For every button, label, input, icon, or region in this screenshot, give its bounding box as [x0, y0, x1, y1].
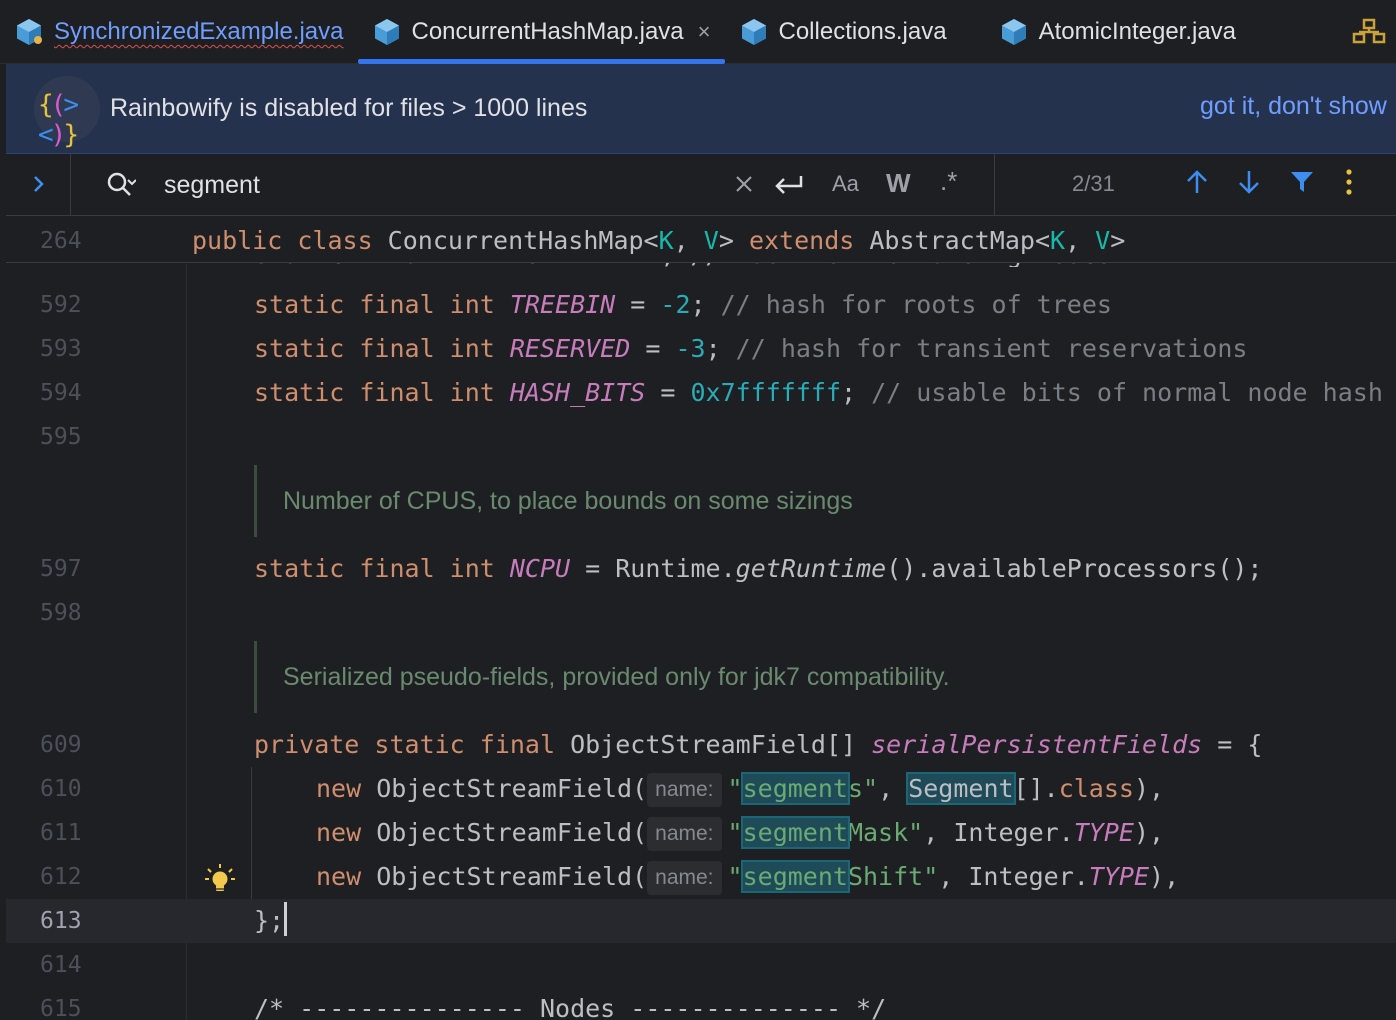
line-number: 611 [40, 820, 82, 846]
search-match: segment [740, 860, 850, 893]
code-editor[interactable]: 591 static final int MOVED = -1; // hash… [6, 217, 1396, 1020]
sticky-scope-line[interactable]: 264 public class ConcurrentHashMap<K, V>… [6, 217, 1396, 263]
line-number: 614 [40, 952, 82, 978]
tab-collections[interactable]: Collections.java [725, 0, 961, 64]
line-number: 609 [40, 732, 82, 758]
line-number: 595 [40, 424, 82, 450]
rainbowify-logo-text: {(><)} [38, 89, 79, 150]
text-caret [284, 902, 288, 936]
code-text: }; [254, 899, 288, 943]
rendered-doc-comment[interactable]: Serialized pseudo-fields, provided only … [254, 641, 1354, 713]
line-number: 613 [40, 908, 82, 934]
find-bar: Aa W .* 2/31 [6, 154, 1396, 216]
java-class-icon [741, 19, 766, 45]
search-match: segment [740, 816, 850, 849]
tab-atomic-integer[interactable]: AtomicInteger.java [985, 0, 1250, 64]
editor-tab-bar: SynchronizedExample.java ConcurrentHashM… [0, 0, 1396, 64]
parameter-hint: name: [647, 861, 722, 895]
java-class-icon [1001, 19, 1026, 45]
current-code-line: 613 }; [6, 899, 1396, 943]
code-line: 609 private static final ObjectStreamFie… [6, 723, 1396, 767]
rainbowify-logo: {(><)} [34, 75, 100, 150]
lightbulb-icon[interactable] [204, 863, 236, 895]
structure-icon[interactable] [1352, 18, 1386, 46]
tab-label: SynchronizedExample.java [54, 18, 344, 45]
more-options-icon[interactable] [1344, 168, 1354, 196]
whole-words-toggle[interactable]: W [886, 168, 911, 199]
code-text: /* --------------- Nodes -------------- … [254, 994, 887, 1020]
notification-banner: {(><)} Rainbowify is disabled for files … [6, 64, 1396, 154]
code-text: static final int NCPU = Runtime.getRunti… [254, 554, 1263, 583]
match-count: 2/31 [1072, 171, 1115, 196]
line-number: 598 [40, 600, 82, 626]
code-text: new ObjectStreamField(name: "segmentMask"… [316, 811, 1164, 855]
sticky-row: 264 public class ConcurrentHashMap<K, V>… [6, 219, 1396, 263]
rendered-doc-comment[interactable]: Number of CPUS, to place bounds on some … [254, 465, 1354, 537]
close-tab-icon[interactable]: × [698, 19, 711, 45]
search-match: segment [740, 772, 850, 805]
code-text: static final int TREEBIN = -2; // hash f… [254, 290, 1112, 319]
search-input[interactable] [164, 168, 704, 202]
new-line-icon[interactable] [774, 174, 804, 196]
line-number: 610 [40, 776, 82, 802]
code-line: 598 [6, 591, 1396, 635]
tab-label: ConcurrentHashMap.java [411, 18, 684, 45]
line-number: 264 [40, 228, 82, 254]
clear-icon[interactable] [734, 174, 754, 194]
line-number: 612 [40, 864, 82, 890]
code-line: 610 new ObjectStreamField(name: "segments… [6, 767, 1396, 811]
tab-concurrent-hash-map[interactable]: ConcurrentHashMap.java × [357, 0, 725, 64]
code-line: 593 static final int RESERVED = -3; // h… [6, 327, 1396, 371]
parameter-hint: name: [647, 817, 722, 851]
code-line: 594 static final int HASH_BITS = 0x7ffff… [6, 371, 1396, 415]
code-text: new ObjectStreamField(name: "segmentShift… [316, 855, 1179, 899]
tab-synchronized-example[interactable]: SynchronizedExample.java [0, 0, 358, 64]
code-text: new ObjectStreamField(name: "segments", S… [316, 767, 1164, 811]
search-history-icon[interactable] [106, 171, 136, 199]
search-match: Segment [906, 772, 1016, 805]
match-case-toggle[interactable]: Aa [832, 171, 859, 197]
line-number: 615 [40, 996, 82, 1020]
tab-label: Collections.java [778, 18, 947, 45]
code-line: 612 new ObjectStreamField(name: "segmentS… [6, 855, 1396, 899]
sticky-code: public class ConcurrentHashMap<K, V> ext… [192, 226, 1126, 255]
code-text: private static final ObjectStreamField[]… [254, 730, 1263, 759]
divider [70, 154, 71, 216]
code-line: 614 [6, 943, 1396, 987]
code-line: 597 static final int NCPU = Runtime.getR… [6, 547, 1396, 591]
code-line: 592 static final int TREEBIN = -2; // ha… [6, 283, 1396, 327]
java-class-icon [17, 19, 42, 45]
regex-toggle[interactable]: .* [940, 166, 957, 197]
filter-icon[interactable] [1290, 170, 1314, 194]
code-line: 615 /* --------------- Nodes -----------… [6, 987, 1396, 1020]
tab-label: AtomicInteger.java [1038, 18, 1237, 45]
line-number: 597 [40, 556, 82, 582]
parameter-hint: name: [647, 773, 722, 807]
arrow-down-icon[interactable] [1236, 168, 1262, 196]
java-class-icon [374, 19, 399, 45]
code-text: static final int RESERVED = -3; // hash … [254, 334, 1248, 363]
code-line: 611 new ObjectStreamField(name: "segmentM… [6, 811, 1396, 855]
code-text: static final int HASH_BITS = 0x7fffffff;… [254, 378, 1383, 407]
banner-message: Rainbowify is disabled for files > 1000 … [110, 94, 588, 122]
divider [994, 154, 995, 216]
dismiss-link[interactable]: got it, don't show [1200, 92, 1387, 121]
arrow-up-icon[interactable] [1184, 168, 1210, 196]
code-line: 595 [6, 415, 1396, 459]
chevron-right-icon[interactable] [30, 172, 48, 196]
